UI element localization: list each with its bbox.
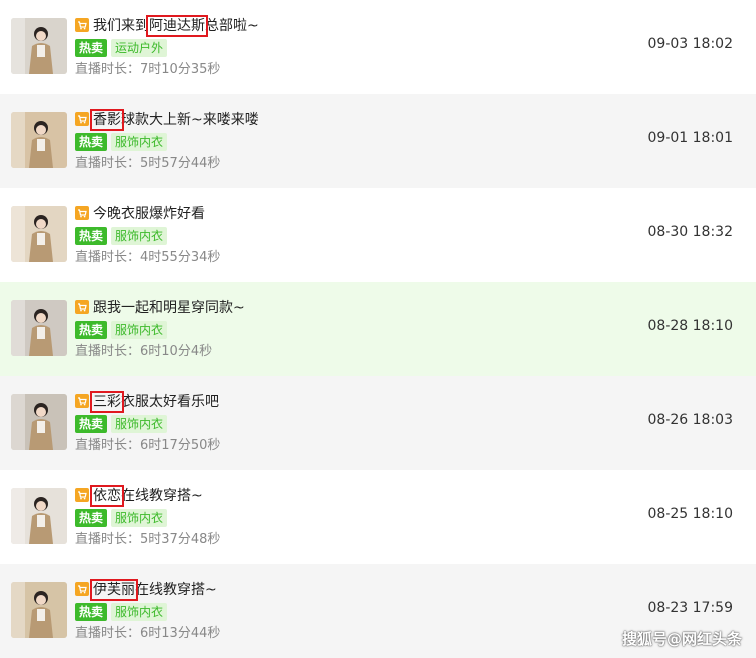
live-session-list: 我们来到阿迪达斯总部啦~ 热卖 运动户外 直播时长：7时10分35秒 09-03… (0, 0, 756, 658)
session-date: 09-03 18:02 (647, 36, 733, 52)
session-title[interactable]: 三彩衣服太好看乐吧 (90, 391, 219, 413)
category-tag: 服饰内衣 (111, 227, 168, 245)
live-duration: 直播时长：7时10分35秒 (75, 62, 221, 77)
category-tag: 运动户外 (111, 39, 168, 57)
brand-highlight: 伊芙丽 (90, 579, 138, 601)
category-tag: 服饰内衣 (111, 133, 168, 151)
shopping-cart-icon (75, 112, 89, 126)
hot-sale-tag: 热卖 (75, 415, 108, 433)
session-date: 08-28 18:10 (647, 318, 733, 334)
brand-highlight: 依恋 (90, 485, 124, 507)
session-row[interactable]: 我们来到阿迪达斯总部啦~ 热卖 运动户外 直播时长：7时10分35秒 09-03… (0, 0, 756, 94)
session-row[interactable]: 跟我一起和明星穿同款~ 热卖 服饰内衣 直播时长：6时10分4秒 08-28 1… (0, 282, 756, 376)
session-date: 08-23 17:59 (647, 600, 733, 616)
category-tag: 服饰内衣 (111, 321, 168, 339)
session-title[interactable]: 我们来到阿迪达斯总部啦~ (93, 15, 259, 37)
hot-sale-tag: 热卖 (75, 321, 108, 339)
hot-sale-tag: 热卖 (75, 227, 108, 245)
category-tag: 服饰内衣 (111, 603, 168, 621)
session-row[interactable]: 香影球款大上新~来喽来喽 热卖 服饰内衣 直播时长：5时57分44秒 09-01… (0, 94, 756, 188)
live-duration: 直播时长：6时17分50秒 (75, 438, 221, 453)
session-date: 08-25 18:10 (647, 506, 733, 522)
brand-highlight: 三彩 (90, 391, 124, 413)
session-thumbnail[interactable] (11, 300, 67, 356)
shopping-cart-icon (75, 300, 89, 314)
shopping-cart-icon (75, 18, 89, 32)
live-duration: 直播时长：6时13分44秒 (75, 626, 221, 641)
category-tag: 服饰内衣 (111, 509, 168, 527)
session-date: 08-30 18:32 (647, 224, 733, 240)
session-title[interactable]: 伊芙丽在线教穿搭~ (90, 579, 217, 601)
brand-highlight: 阿迪达斯 (146, 15, 208, 37)
shopping-cart-icon (75, 206, 89, 220)
category-tag: 服饰内衣 (111, 415, 168, 433)
hot-sale-tag: 热卖 (75, 133, 108, 151)
session-date: 09-01 18:01 (647, 130, 733, 146)
session-title[interactable]: 今晚衣服爆炸好看 (93, 203, 205, 223)
live-duration: 直播时长：4时55分34秒 (75, 250, 221, 265)
live-duration: 直播时长：5时57分44秒 (75, 156, 221, 171)
hot-sale-tag: 热卖 (75, 603, 108, 621)
session-title[interactable]: 依恋在线教穿搭~ (90, 485, 203, 507)
session-date: 08-26 18:03 (647, 412, 733, 428)
session-thumbnail[interactable] (11, 18, 67, 74)
session-thumbnail[interactable] (11, 582, 67, 638)
shopping-cart-icon (75, 582, 89, 596)
session-title[interactable]: 跟我一起和明星穿同款~ (93, 297, 245, 317)
shopping-cart-icon (75, 394, 89, 408)
watermark: 搜狐号@网红头条 (621, 630, 742, 648)
brand-highlight: 香影 (90, 109, 124, 131)
session-row[interactable]: 今晚衣服爆炸好看 热卖 服饰内衣 直播时长：4时55分34秒 08-30 18:… (0, 188, 756, 282)
session-thumbnail[interactable] (11, 394, 67, 450)
session-title[interactable]: 香影球款大上新~来喽来喽 (90, 109, 259, 131)
live-duration: 直播时长：5时37分48秒 (75, 532, 221, 547)
session-row[interactable]: 三彩衣服太好看乐吧 热卖 服饰内衣 直播时长：6时17分50秒 08-26 18… (0, 376, 756, 470)
hot-sale-tag: 热卖 (75, 509, 108, 527)
session-thumbnail[interactable] (11, 206, 67, 262)
session-thumbnail[interactable] (11, 112, 67, 168)
shopping-cart-icon (75, 488, 89, 502)
session-thumbnail[interactable] (11, 488, 67, 544)
session-row[interactable]: 依恋在线教穿搭~ 热卖 服饰内衣 直播时长：5时37分48秒 08-25 18:… (0, 470, 756, 564)
live-duration: 直播时长：6时10分4秒 (75, 344, 213, 359)
hot-sale-tag: 热卖 (75, 39, 108, 57)
